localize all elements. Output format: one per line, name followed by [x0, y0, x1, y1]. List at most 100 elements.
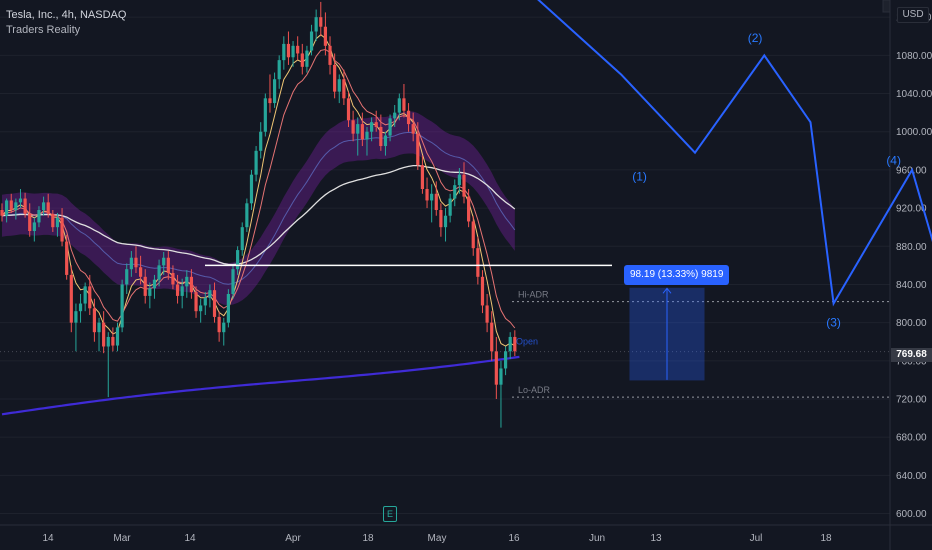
candle	[485, 294, 489, 333]
candle	[222, 317, 226, 346]
candle-body	[268, 98, 272, 104]
candle-body	[309, 31, 314, 51]
candle-body	[272, 79, 277, 104]
candle-body	[162, 257, 166, 266]
candle-body	[106, 336, 110, 347]
candle-body	[60, 217, 64, 242]
ema-fast-yellow	[1, 34, 516, 347]
x-tick-label: 13	[650, 533, 662, 544]
candle-body	[370, 122, 374, 132]
candle-body	[32, 222, 36, 231]
candle-body	[508, 336, 512, 352]
candle	[102, 311, 106, 354]
candle-body	[28, 213, 32, 231]
candle	[508, 332, 512, 359]
price-chart[interactable]: 1120.001080.001040.001000.00960.00920.00…	[0, 0, 932, 550]
candle	[471, 215, 475, 256]
candle-body	[439, 210, 443, 228]
candle-body	[9, 200, 13, 210]
candle-body	[148, 288, 152, 296]
candle	[74, 303, 78, 352]
candle-body	[406, 110, 411, 125]
earnings-icon[interactable]: E	[383, 506, 397, 522]
candle	[282, 36, 286, 70]
x-tick-label: 14	[184, 533, 196, 544]
candle-body	[286, 43, 291, 58]
candle-body	[185, 276, 189, 287]
candle-body	[199, 305, 203, 312]
candle-body	[291, 45, 295, 58]
candle	[231, 265, 235, 299]
candle-body	[157, 265, 161, 280]
wave-label: (1)	[632, 170, 647, 184]
candle-body	[134, 257, 138, 268]
x-tick-label: Jul	[750, 533, 763, 544]
candle	[240, 222, 244, 256]
candle-body	[467, 196, 471, 222]
candle-body	[430, 193, 434, 201]
candle	[78, 294, 83, 323]
candle-body	[471, 221, 475, 249]
elliott-wave-impulse	[537, 0, 932, 307]
candle-body	[388, 118, 392, 136]
candle-body	[166, 257, 170, 273]
candle	[319, 1, 323, 37]
candle-body	[323, 26, 327, 46]
candle-body	[360, 124, 364, 140]
candle-body	[457, 174, 461, 186]
candle	[245, 198, 249, 232]
candle-body	[374, 122, 378, 127]
open-label: Open	[516, 337, 538, 347]
candle-body	[23, 198, 27, 214]
y-tick-label: 1000.00	[896, 127, 932, 138]
candle-body	[499, 368, 503, 385]
candle	[503, 346, 508, 376]
candle-body	[78, 303, 83, 312]
candle	[65, 234, 69, 280]
y-tick-label: 840.00	[896, 280, 927, 291]
candle-body	[314, 17, 318, 32]
candle-body	[69, 274, 73, 323]
candle-body	[180, 286, 184, 296]
candle-body	[5, 200, 9, 216]
candle-body	[245, 203, 249, 228]
candle	[111, 327, 115, 352]
currency-label[interactable]: USD	[897, 7, 929, 23]
x-tick-label: 18	[362, 533, 374, 544]
y-tick-label: 720.00	[896, 395, 927, 406]
candle-body	[111, 336, 115, 346]
candle-body	[503, 351, 508, 369]
candle-body	[231, 269, 235, 294]
candle-body	[319, 17, 323, 27]
x-tick-label: 16	[508, 533, 520, 544]
candle-body	[194, 292, 198, 312]
candle-body	[383, 135, 388, 147]
candle-body	[420, 165, 425, 189]
candle-body	[55, 217, 60, 228]
candle	[448, 193, 452, 223]
candle-body	[226, 294, 230, 323]
candle	[467, 189, 471, 228]
candle-body	[120, 284, 124, 328]
wave-label: (2)	[748, 31, 763, 45]
candle-body	[425, 189, 429, 201]
candle-body	[139, 267, 143, 277]
x-tick-label: 14	[42, 533, 54, 544]
candle-body	[18, 198, 23, 203]
candle-body	[51, 213, 55, 228]
adr-label: Hi-ADR	[518, 290, 549, 300]
x-tick-label: 18	[820, 533, 832, 544]
candle-body	[411, 124, 415, 134]
candle	[494, 336, 498, 399]
candle-body	[152, 279, 157, 289]
candle-body	[296, 45, 300, 54]
candle-body	[333, 64, 337, 92]
candle-body	[453, 185, 457, 199]
candle-body	[448, 198, 452, 216]
ema-fast-red	[1, 48, 516, 329]
candle	[83, 282, 87, 312]
y-tick-label: 800.00	[896, 318, 927, 329]
y-tick-label: 600.00	[896, 509, 927, 520]
candle	[296, 36, 300, 61]
candle-body	[222, 322, 226, 333]
